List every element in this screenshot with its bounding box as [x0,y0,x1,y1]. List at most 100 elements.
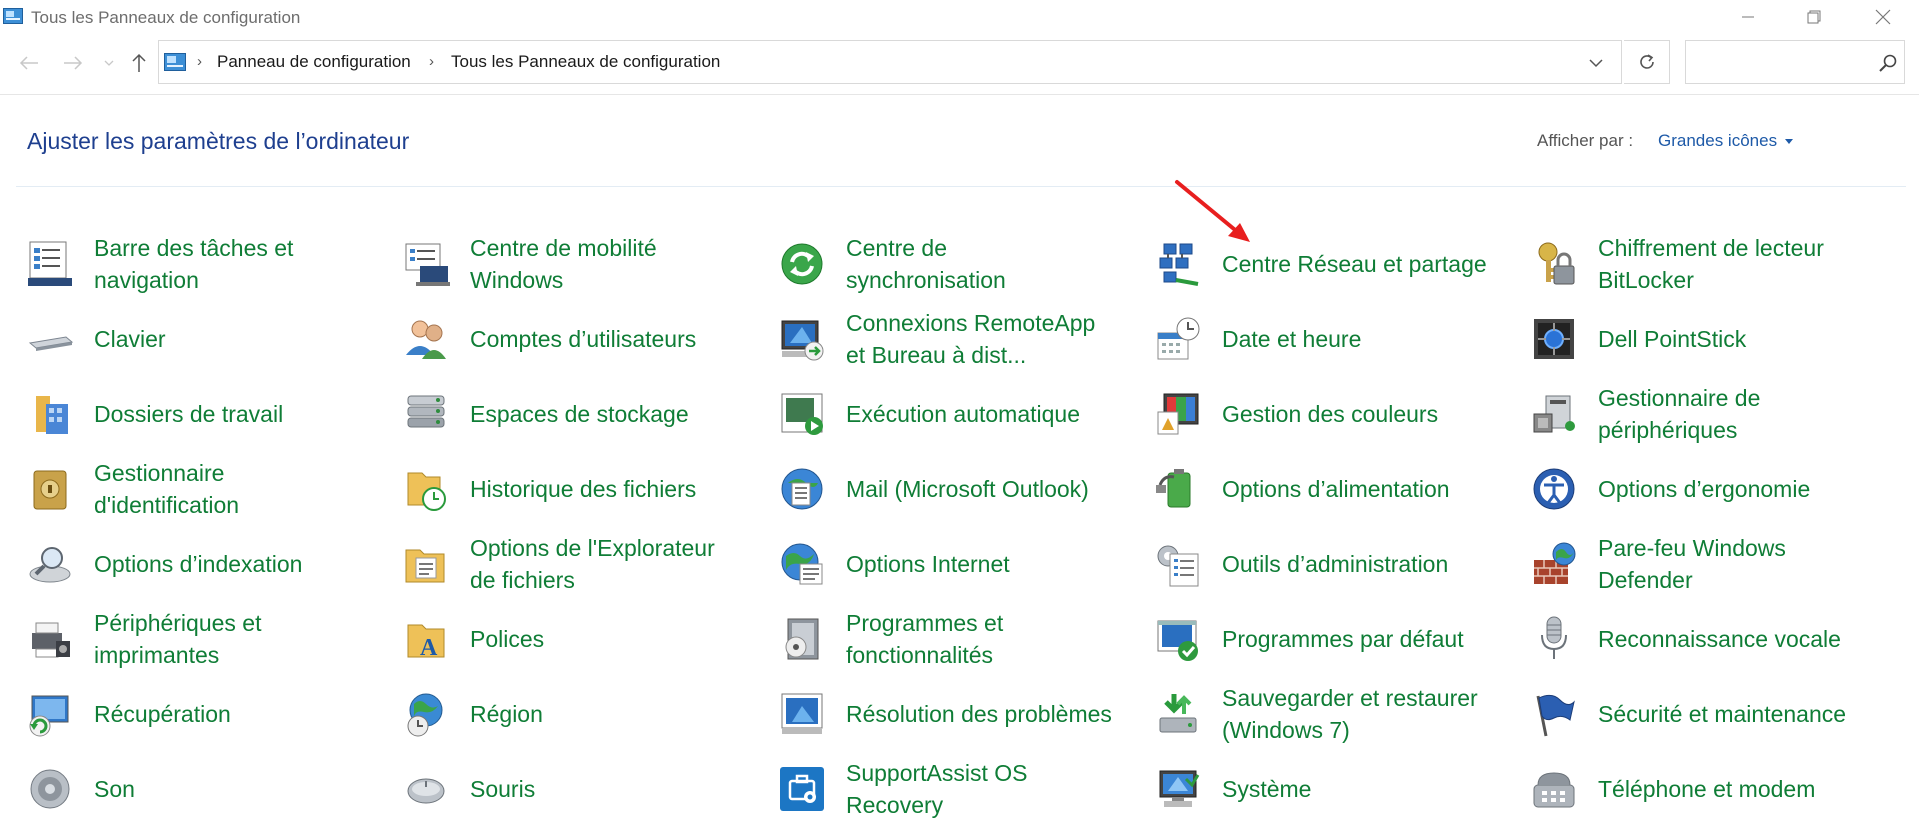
address-history-dropdown[interactable] [1583,50,1609,76]
cp-item-recovery[interactable]: Récupération [0,679,360,749]
minimize-button[interactable] [1713,0,1783,34]
cp-item-backup[interactable]: Sauvegarder et restaurer (Windows 7) [1128,679,1488,749]
cp-item-default-programs[interactable]: Programmes par défaut [1128,604,1488,674]
cp-item-label: Date et heure [1222,326,1362,352]
restore-button[interactable] [1779,0,1849,34]
cp-item-work-folders[interactable]: Dossiers de travail [0,379,360,449]
cp-item-label: Options d’indexation [94,551,303,577]
explorer-options-icon [405,549,445,583]
phone-icon [1533,772,1575,808]
cp-item-programs[interactable]: Programmes et fonctionnalités [752,604,1112,674]
cp-item-device-manager[interactable]: Gestionnaire de périphériques [1504,379,1864,449]
breadcrumb-control-panel[interactable]: Panneau de configuration [217,52,411,72]
refresh-button[interactable] [1624,40,1670,84]
cp-item-remoteapp[interactable]: Connexions RemoteApp et Bureau à dist... [752,304,1112,374]
cp-item-label: Reconnaissance vocale [1598,626,1841,652]
cp-item-firewall[interactable]: Pare-feu Windows Defender [1504,529,1864,599]
close-icon [1875,9,1891,25]
users-icon [406,320,446,359]
cp-item-label: Gestion des couleurs [1222,401,1439,427]
color-management-icon [1157,393,1199,435]
admin-tools-icon [1157,545,1199,587]
close-button[interactable] [1848,0,1918,34]
cp-item-label: Exécution automatique [846,401,1080,427]
device-manager-icon [1533,395,1575,433]
firewall-icon [1534,542,1576,584]
region-icon [407,693,443,737]
fonts-icon: A [407,624,445,661]
cp-item-label: Récupération [94,701,231,727]
cp-item-label: Gestionnaire d'identification [94,460,240,518]
svg-text:A: A [420,635,438,661]
taskbar-icon [28,241,72,286]
programs-icon [785,618,819,660]
cp-item-supportassist[interactable]: SupportAssist OS Recovery [752,754,1112,824]
cp-item-phone[interactable]: Téléphone et modem [1504,754,1864,824]
cp-item-mobility[interactable]: Centre de mobilité Windows [376,229,736,299]
cp-item-keyboard[interactable]: Clavier [0,304,360,374]
search-input[interactable] [1685,40,1905,84]
cp-item-flag[interactable]: Sécurité et maintenance [1504,679,1864,749]
internet-options-icon [781,543,823,585]
power-icon [1156,469,1191,508]
bitlocker-icon [1538,242,1575,285]
cp-item-region[interactable]: Région [376,679,736,749]
cp-item-troubleshoot[interactable]: Résolution des problèmes [752,679,1112,749]
cp-item-label: Centre Réseau et partage [1222,251,1487,277]
cp-item-power[interactable]: Options d’alimentation [1128,454,1488,524]
cp-item-explorer-options[interactable]: Options de l'Explorateur de fichiers [376,529,736,599]
cp-item-fonts[interactable]: A Polices [376,604,736,674]
cp-item-speaker[interactable]: Son [0,754,360,824]
cp-item-bitlocker[interactable]: Chiffrement de lecteur BitLocker [1504,229,1864,299]
cp-item-sync[interactable]: Centre de synchronisation [752,229,1112,299]
cp-item-autoplay[interactable]: Exécution automatique [752,379,1112,449]
up-button[interactable] [126,50,152,76]
speaker-icon [30,769,70,809]
control-panel-icon [3,8,23,24]
cp-item-label: Chiffrement de lecteur BitLocker [1598,235,1824,293]
cp-item-label: Programmes et fonctionnalités [846,610,1004,668]
back-button[interactable] [16,50,42,76]
cp-item-label: Centre de synchronisation [846,235,1006,293]
cp-item-label: Options Internet [846,551,1010,577]
cp-item-label: Espaces de stockage [470,401,689,427]
refresh-icon [1639,54,1654,69]
default-programs-icon [1157,620,1198,661]
cp-item-label: Souris [470,776,536,802]
cp-item-pointstick[interactable]: Dell PointStick [1504,304,1864,374]
forward-button[interactable] [60,50,86,76]
cp-item-admin-tools[interactable]: Outils d’administration [1128,529,1488,599]
storage-icon [407,395,445,428]
view-by-dropdown[interactable]: Grandes icônes [1658,131,1794,151]
cp-item-system[interactable]: Système [1128,754,1488,824]
cp-item-users[interactable]: Comptes d’utilisateurs [376,304,736,374]
cp-item-label: Sauvegarder et restaurer (Windows 7) [1222,685,1478,743]
cp-item-storage[interactable]: Espaces de stockage [376,379,736,449]
cp-item-credential-manager[interactable]: Gestionnaire d'identification [0,454,360,524]
cp-item-taskbar[interactable]: Barre des tâches et navigation [0,229,360,299]
address-bar[interactable]: › Panneau de configuration › Tous les Pa… [158,40,1622,84]
autoplay-icon [781,393,823,435]
cp-item-internet-options[interactable]: Options Internet [752,529,1112,599]
cp-item-ease-of-access[interactable]: Options d’ergonomie [1504,454,1864,524]
file-history-icon [407,472,446,511]
cp-item-mail[interactable]: Mail (Microsoft Outlook) [752,454,1112,524]
cp-item-label: Options d’alimentation [1222,476,1450,502]
cp-item-mouse[interactable]: Souris [376,754,736,824]
cp-item-label: Programmes par défaut [1222,626,1464,652]
credential-manager-icon [33,470,67,510]
cp-item-label: Clavier [94,326,166,352]
recovery-icon [29,695,69,737]
cp-item-indexing[interactable]: Options d’indexation [0,529,360,599]
breadcrumb-all-items[interactable]: Tous les Panneaux de configuration [451,52,720,72]
cp-item-color-management[interactable]: Gestion des couleurs [1128,379,1488,449]
restore-icon [1807,10,1821,24]
cp-item-label: Centre de mobilité Windows [470,235,657,293]
cp-item-clock[interactable]: Date et heure [1128,304,1488,374]
cp-item-microphone[interactable]: Reconnaissance vocale [1504,604,1864,674]
recent-locations-button[interactable] [96,50,122,76]
cp-item-label: Options d’ergonomie [1598,476,1811,502]
nav-divider [0,94,1919,95]
cp-item-printer[interactable]: Périphériques et imprimantes [0,604,360,674]
cp-item-file-history[interactable]: Historique des fichiers [376,454,736,524]
